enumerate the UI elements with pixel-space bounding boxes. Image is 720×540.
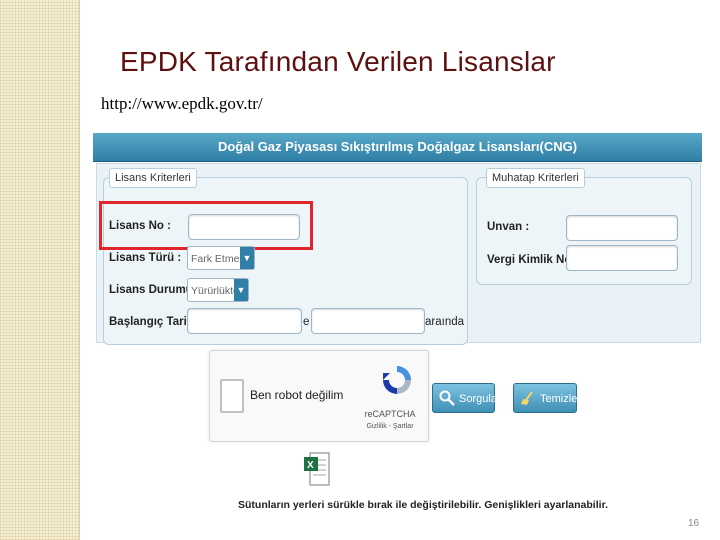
start-date-to-input[interactable] <box>311 308 425 334</box>
tax-id-label: Vergi Kimlik No : <box>487 254 579 266</box>
form-screenshot: Doğal Gaz Piyasası Sıkıştırılmış Doğalga… <box>93 133 702 515</box>
tax-id-input[interactable] <box>566 245 678 271</box>
license-type-value: Fark Etmez <box>191 253 245 265</box>
recaptcha-logo-icon <box>383 366 411 394</box>
slide-url[interactable]: http://www.epdk.gov.tr/ <box>101 94 263 114</box>
party-title-label: Unvan : <box>487 221 530 233</box>
page-number: 16 <box>688 518 700 529</box>
slide-title: EPDK Tarafından Verilen Lisanslar <box>120 46 556 77</box>
recaptcha-widget: Ben robot değilim reCAPTCHA Gizlilik - Ş… <box>209 350 429 442</box>
clear-button-label: Temizle <box>540 393 578 405</box>
footer-note: Sütunların yerleri sürükle bırak ile değ… <box>238 499 608 511</box>
clear-button[interactable]: Temizle <box>513 383 577 413</box>
license-status-value: Yürürlükte <box>191 285 239 297</box>
between-word: e <box>303 316 310 328</box>
party-title-input[interactable] <box>566 215 678 241</box>
left-strip-edge <box>79 0 80 540</box>
recaptcha-brand: reCAPTCHA <box>364 409 416 419</box>
query-button[interactable]: Sorgula <box>432 383 497 413</box>
search-icon <box>439 390 455 406</box>
left-decorative-strip <box>0 0 79 540</box>
start-date-from-input[interactable] <box>187 308 302 334</box>
party-criteria-legend: Muhatap Kriterleri <box>486 168 585 188</box>
chevron-down-icon: ▼ <box>240 247 254 269</box>
form-header-title: Doğal Gaz Piyasası Sıkıştırılmış Doğalga… <box>217 139 578 154</box>
recaptcha-checkbox[interactable] <box>220 379 244 413</box>
license-type-select[interactable]: Fark Etmez ▼ <box>187 246 255 270</box>
chevron-down-icon: ▼ <box>234 279 248 301</box>
recaptcha-links[interactable]: Gizlilik - Şartlar <box>360 423 420 430</box>
svg-text:X: X <box>307 460 314 471</box>
license-criteria-legend: Lisans Kriterleri <box>109 168 197 188</box>
range-suffix: araında <box>425 316 465 328</box>
license-type-label: Lisans Türü : <box>109 252 182 264</box>
excel-export-icon[interactable]: X <box>304 452 330 486</box>
query-button-label: Sorgula <box>459 393 497 405</box>
recaptcha-label: Ben robot değilim <box>250 388 344 402</box>
broom-icon <box>521 391 533 405</box>
license-no-highlight <box>99 201 313 250</box>
license-status-select[interactable]: Yürürlükte ▼ <box>187 278 249 302</box>
